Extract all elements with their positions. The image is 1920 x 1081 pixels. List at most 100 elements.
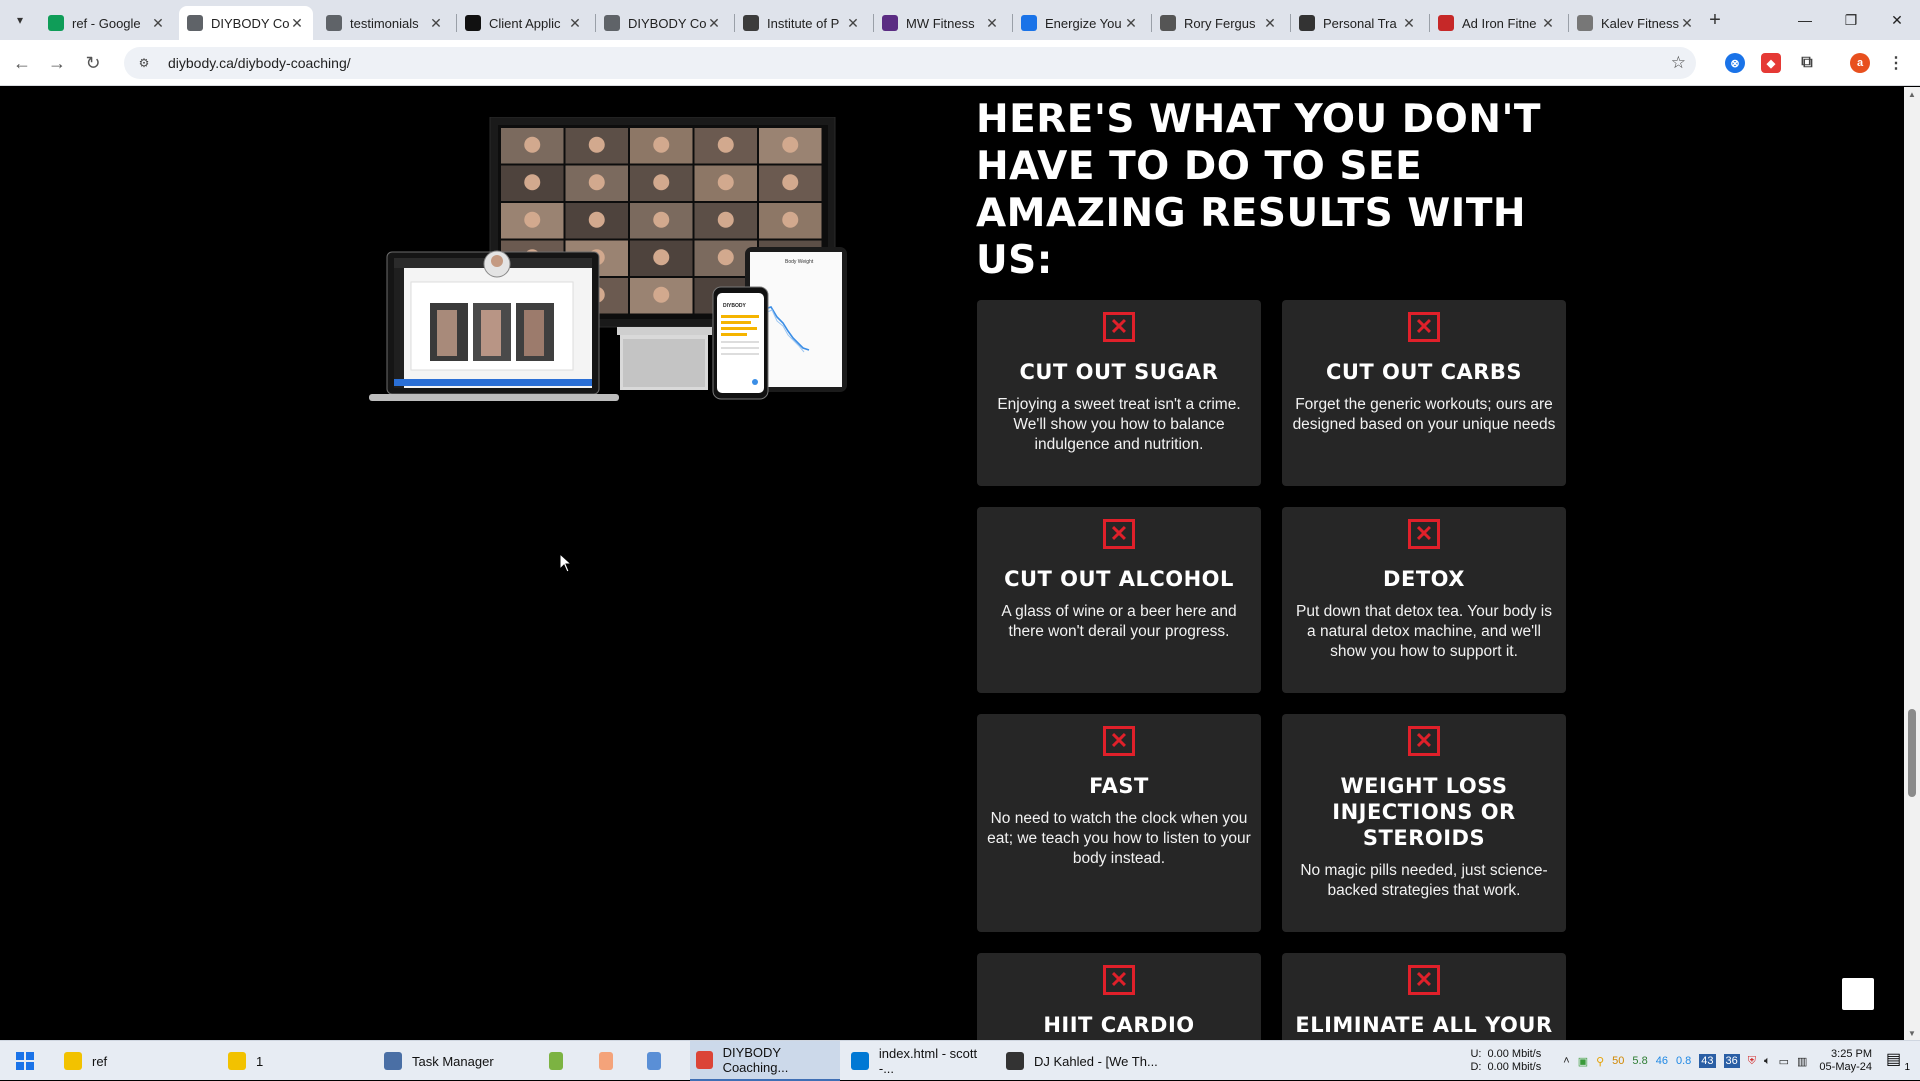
tab-close-icon[interactable]: ✕: [150, 15, 166, 32]
browser-tab[interactable]: Energize You ✕: [1013, 6, 1147, 40]
show-hidden-icons-chevron-icon[interactable]: ˄: [1563, 1055, 1569, 1067]
card-eliminate-all-your: ✕ ELIMINATE ALL YOUR: [1282, 953, 1566, 1040]
page-scrollbar[interactable]: ▲ ▼: [1904, 87, 1920, 1040]
clock-time: 3:25 PM: [1831, 1048, 1872, 1060]
scroll-down-arrow-icon[interactable]: ▼: [1908, 1029, 1916, 1038]
reload-button[interactable]: ↻: [79, 49, 107, 77]
network-icon[interactable]: ▥: [1797, 1055, 1807, 1068]
address-bar[interactable]: ⚙ diybody.ca/diybody-coaching/ ☆: [124, 47, 1696, 79]
video-participant: [653, 286, 670, 303]
card-detox: ✕ DETOX Put down that detox tea. Your bo…: [1282, 507, 1566, 693]
start-button[interactable]: [10, 1041, 40, 1081]
browser-tab[interactable]: Ad Iron Fitne ✕: [1430, 6, 1564, 40]
notepad-plus-icon: [549, 1052, 563, 1070]
browser-tab[interactable]: Institute of P ✕: [735, 6, 869, 40]
tab-title: Energize You: [1045, 15, 1122, 31]
taskbar-app[interactable]: index.html - scott -...: [845, 1041, 995, 1081]
browser-tab[interactable]: testimonials ✕: [318, 6, 452, 40]
notification-center-button[interactable]: ▤ 1: [1886, 1049, 1910, 1073]
tab-close-icon[interactable]: ✕: [1540, 15, 1556, 32]
browser-tab[interactable]: Kalev Fitness ✕: [1569, 6, 1703, 40]
tray-search-icon[interactable]: ⚲: [1596, 1055, 1604, 1068]
browser-tab[interactable]: Client Applic ✕: [457, 6, 591, 40]
video-participant: [717, 211, 734, 228]
tab-title: MW Fitness: [906, 15, 975, 31]
sheets-icon: [48, 15, 64, 31]
video-participant: [588, 136, 605, 153]
browser-tab[interactable]: Rory Fergus ✕: [1152, 6, 1286, 40]
tab-close-icon[interactable]: ✕: [1123, 15, 1139, 32]
tab-separator: [734, 14, 735, 32]
browser-tab[interactable]: Personal Tra ✕: [1291, 6, 1425, 40]
tab-close-icon[interactable]: ✕: [706, 15, 722, 32]
x-mark-icon: ✕: [1103, 312, 1135, 342]
tab-close-icon[interactable]: ✕: [289, 15, 305, 32]
shield-icon: [743, 15, 759, 31]
globe-icon: [187, 15, 203, 31]
url-text[interactable]: diybody.ca/diybody-coaching/: [168, 55, 351, 71]
card-text: Put down that detox tea. Your body is a …: [1296, 603, 1552, 660]
profile-avatar[interactable]: a: [1850, 53, 1870, 73]
new-tab-button[interactable]: +: [1703, 8, 1727, 32]
app-face-icon: [599, 1052, 613, 1070]
tab-search-chevron-icon[interactable]: ▾: [8, 8, 32, 32]
taskbar-app[interactable]: DIYBODY Coaching...: [690, 1041, 840, 1081]
tray-app-icon[interactable]: ▣: [1578, 1055, 1588, 1068]
close-window-button[interactable]: ✕: [1874, 0, 1920, 40]
tray-badge-2[interactable]: 36: [1723, 1054, 1740, 1068]
tab-title: Rory Fergus: [1184, 15, 1256, 31]
x-mark-icon: ✕: [1408, 519, 1440, 549]
tab-close-icon[interactable]: ✕: [984, 15, 1000, 32]
clock[interactable]: 3:25 PM 05-May-24: [1819, 1048, 1872, 1074]
tab-close-icon[interactable]: ✕: [567, 15, 583, 32]
volume-icon[interactable]: 🔈︎: [1764, 1055, 1771, 1068]
taskbar-app[interactable]: DJ Kahled - [We Th...: [1000, 1041, 1160, 1081]
x-mark-icon: ✕: [1408, 312, 1440, 342]
taskbar-app[interactable]: 1: [222, 1041, 352, 1081]
energize-icon: [1021, 15, 1037, 31]
restore-button[interactable]: ❐: [1828, 0, 1874, 40]
taskbar-app[interactable]: [543, 1041, 573, 1081]
back-to-top-button[interactable]: [1842, 978, 1874, 1010]
forward-button[interactable]: →: [43, 49, 71, 77]
taskbar-app-label: DIYBODY Coaching...: [722, 1045, 789, 1075]
browser-tab[interactable]: DIYBODY Co ✕: [179, 6, 313, 40]
tab-close-icon[interactable]: ✕: [1679, 15, 1695, 32]
extension-globe-icon[interactable]: ⊗: [1725, 53, 1745, 73]
tab-title: ref - Google: [72, 15, 141, 31]
tab-title: Client Applic: [489, 15, 561, 31]
minimize-button[interactable]: —: [1782, 0, 1828, 40]
tab-close-icon[interactable]: ✕: [1401, 15, 1417, 32]
tray-stat-4: 0.8: [1675, 1055, 1692, 1067]
folder-icon: [228, 1052, 246, 1070]
tab-close-icon[interactable]: ✕: [428, 15, 444, 32]
antivirus-shield-icon[interactable]: ⛨: [1748, 1055, 1756, 1068]
tray-badge-1[interactable]: 43: [1699, 1054, 1716, 1068]
browser-tab[interactable]: MW Fitness ✕: [874, 6, 1008, 40]
back-button[interactable]: ←: [8, 49, 36, 77]
taskbar-app[interactable]: ref: [58, 1041, 208, 1081]
card-cut-out-alcohol: ✕ CUT OUT ALCOHOL A glass of wine or a b…: [977, 507, 1261, 693]
net-down-speed: 0.00 Mbit/s: [1487, 1061, 1542, 1073]
scrollbar-thumb[interactable]: [1908, 709, 1916, 797]
battery-icon[interactable]: ▭: [1779, 1055, 1789, 1068]
browser-tab[interactable]: DIYBODY Co ✕: [596, 6, 730, 40]
taskbar-app[interactable]: [593, 1041, 623, 1081]
extensions-puzzle-icon[interactable]: ⧉: [1797, 53, 1817, 73]
video-participant: [653, 136, 670, 153]
taskbar-app[interactable]: [641, 1041, 671, 1081]
extension-shield-icon[interactable]: ◆: [1761, 53, 1781, 73]
taskbar-app-label: index.html - scott -...: [878, 1046, 978, 1076]
bookmark-star-icon[interactable]: ☆: [1671, 53, 1686, 73]
scroll-up-arrow-icon[interactable]: ▲: [1908, 90, 1916, 99]
kalev-icon: [1577, 15, 1593, 31]
browser-menu-icon[interactable]: ⋮: [1886, 53, 1906, 73]
tab-close-icon[interactable]: ✕: [845, 15, 861, 32]
tab-close-icon[interactable]: ✕: [1262, 15, 1278, 32]
tab-title: Ad Iron Fitne: [1462, 15, 1537, 31]
card-title: ELIMINATE ALL YOUR: [1295, 1013, 1553, 1037]
taskbar-app[interactable]: Task Manager: [378, 1041, 518, 1081]
browser-tab[interactable]: ref - Google ✕: [40, 6, 174, 40]
site-info-icon[interactable]: ⚙: [134, 56, 154, 70]
phone-brand-label: DIYBODY: [723, 303, 746, 309]
